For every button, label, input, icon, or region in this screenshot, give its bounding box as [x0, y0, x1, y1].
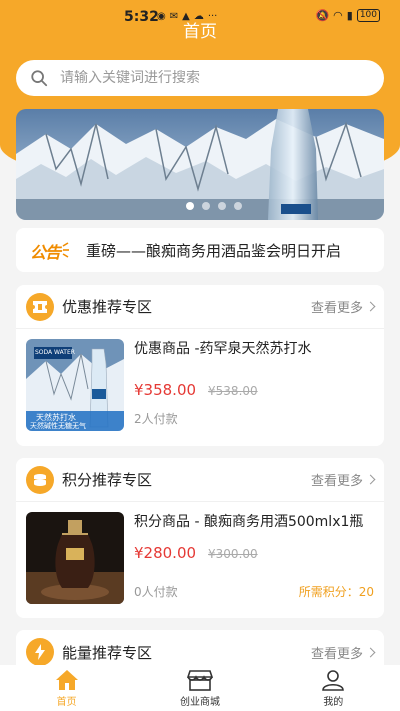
section-points: 积分推荐专区 查看更多 积分商品 - 酿痴商务用酒500mlx1瓶 ¥280.0…: [16, 458, 384, 618]
tab-home[interactable]: 首页: [0, 665, 133, 711]
tab-label: 首页: [56, 696, 77, 708]
ticket-icon: [26, 292, 54, 321]
tab-label: 创业商城: [179, 696, 220, 708]
user-icon: [322, 669, 345, 691]
product-thumbnail: [26, 512, 124, 604]
coins-icon: [26, 465, 54, 494]
product-info: 积分商品 - 酿痴商务用酒500mlx1瓶 ¥280.00 ¥300.00 0人…: [134, 512, 374, 604]
chevron-right-icon: [365, 301, 376, 312]
product-price: ¥280.00: [134, 544, 197, 562]
notice-sound-icon: [62, 242, 69, 258]
product-card[interactable]: SODA WATER 天然苏打水 天然碱性无糖无气 优惠商品 -药罕泉天然苏打水…: [16, 329, 384, 441]
product-info: 优惠商品 -药罕泉天然苏打水 ¥358.00 ¥538.00 2人付款: [134, 339, 374, 431]
view-more-label: 查看更多: [310, 301, 363, 316]
view-more-link[interactable]: 查看更多: [310, 297, 376, 316]
thumb-caption-2: 天然碱性无糖无气: [30, 422, 86, 430]
sold-count: 2人付款: [134, 412, 178, 426]
carousel-dots[interactable]: [186, 202, 242, 210]
tab-profile[interactable]: 我的: [267, 665, 400, 711]
notice-bar[interactable]: 公告 重磅——酿痴商务用酒品鉴会明日开启: [16, 228, 384, 272]
store-icon: [186, 669, 213, 691]
sold-count: 0人付款: [134, 585, 178, 599]
carousel-dot[interactable]: [202, 202, 210, 210]
product-thumbnail: SODA WATER 天然苏打水 天然碱性无糖无气: [26, 339, 124, 431]
section-title: 能量推荐专区: [62, 643, 153, 662]
notice-text: 重磅——酿痴商务用酒品鉴会明日开启: [86, 241, 342, 260]
carousel-dot[interactable]: [218, 202, 226, 210]
price-row: ¥280.00 ¥300.00: [134, 544, 374, 562]
required-points: 所需积分：20: [298, 585, 374, 599]
view-more-link[interactable]: 查看更多: [310, 470, 376, 489]
home-icon: [55, 669, 78, 690]
carousel-dot[interactable]: [234, 202, 242, 210]
page-title: 首页: [183, 22, 217, 42]
section-title: 优惠推荐专区: [62, 298, 153, 316]
section-energy: 能量推荐专区 查看更多: [16, 630, 384, 665]
view-more-label: 查看更多: [310, 646, 363, 662]
section-title: 积分推荐专区: [62, 471, 153, 489]
section-header: 优惠推荐专区 查看更多: [16, 285, 384, 329]
price-row: ¥358.00 ¥538.00: [134, 381, 374, 399]
tab-store[interactable]: 创业商城: [133, 665, 266, 711]
original-price: ¥300.00: [208, 547, 258, 561]
view-more-link[interactable]: 查看更多: [310, 643, 376, 662]
notice-logo: 公告: [30, 238, 70, 262]
carousel-dot[interactable]: [186, 202, 194, 210]
search-bar[interactable]: [16, 60, 384, 96]
section-header: 能量推荐专区 查看更多: [16, 630, 384, 665]
search-icon: [31, 70, 48, 87]
product-name: 优惠商品 -药罕泉天然苏打水: [134, 341, 312, 357]
tab-label: 我的: [323, 696, 344, 708]
chevron-right-icon: [365, 647, 376, 657]
view-more-label: 查看更多: [310, 474, 363, 489]
thumb-brand: SODA WATER: [35, 349, 75, 356]
bottom-tab-bar: 首页 创业商城 我的: [0, 665, 400, 711]
banner-carousel[interactable]: [16, 109, 384, 220]
section-discount: 优惠推荐专区 查看更多 SODA WATER 天然苏打水 天然碱性无糖无气 优惠…: [16, 285, 384, 446]
product-name: 积分商品 - 酿痴商务用酒500mlx1瓶: [134, 514, 364, 530]
lightning-icon: [26, 638, 54, 665]
search-input[interactable]: [60, 70, 340, 86]
chevron-right-icon: [365, 474, 376, 485]
product-price: ¥358.00: [134, 381, 197, 399]
section-header: 积分推荐专区 查看更多: [16, 458, 384, 502]
product-card[interactable]: 积分商品 - 酿痴商务用酒500mlx1瓶 ¥280.00 ¥300.00 0人…: [16, 502, 384, 614]
original-price: ¥538.00: [208, 384, 258, 398]
